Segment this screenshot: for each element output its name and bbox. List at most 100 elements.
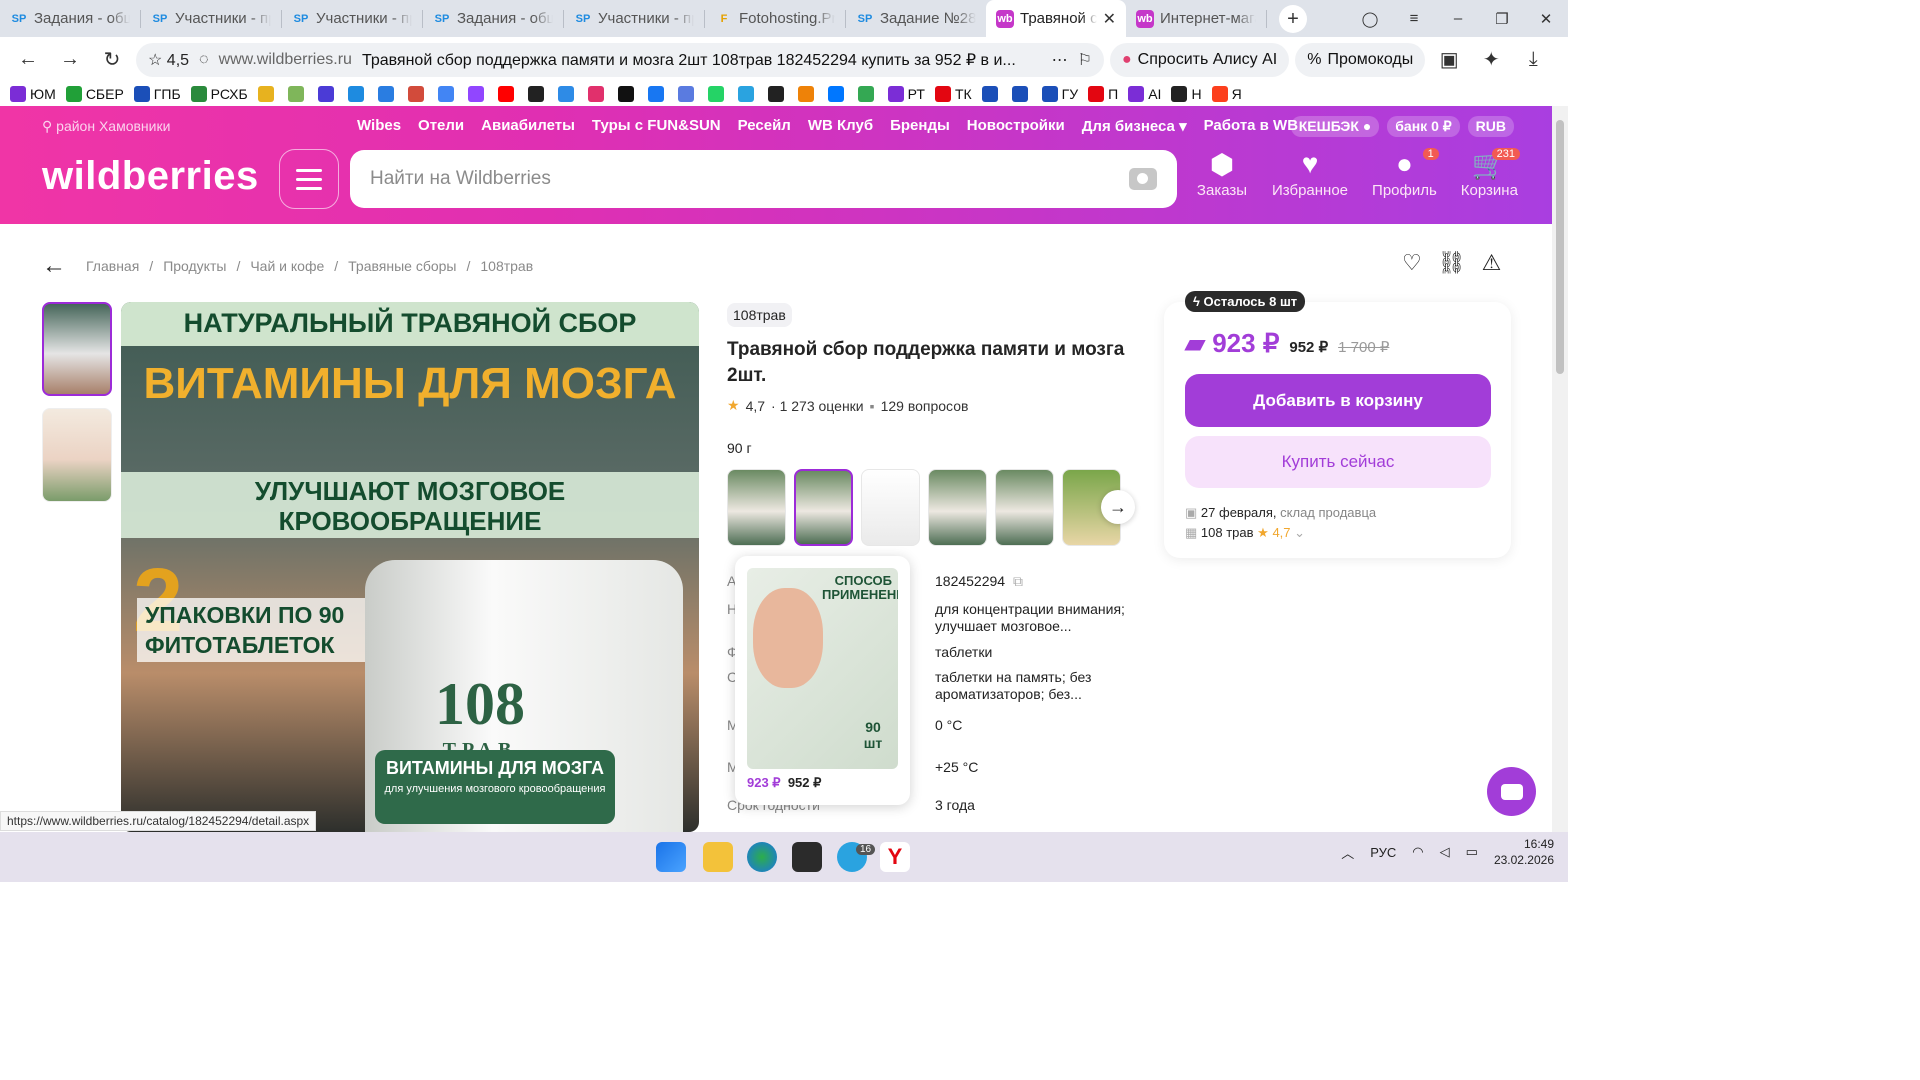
browser-tab[interactable]: wb Интернет-мага — [1126, 0, 1266, 37]
bank-button[interactable]: банк 0 ₽ — [1387, 116, 1460, 137]
bookmark-item[interactable]: AI — [1128, 86, 1161, 102]
browser-tab[interactable]: SP Задание №289 — [846, 0, 986, 37]
bookmark-item[interactable] — [587, 86, 608, 102]
gallery-thumb-1[interactable] — [42, 302, 112, 396]
copy-icon[interactable]: ⧉ — [1013, 573, 1023, 590]
bookmark-item[interactable]: ЮМ — [10, 86, 56, 102]
reviews-count[interactable]: · 1 273 оценки — [771, 398, 864, 414]
explorer-icon[interactable] — [703, 842, 733, 872]
new-tab-button[interactable]: + — [1279, 5, 1307, 33]
extension-icon[interactable]: ▣ — [1431, 42, 1467, 78]
seller-link[interactable]: ▦ 108 трав ★ 4,7 ⌄ — [1185, 523, 1376, 543]
reload-icon[interactable]: ↻ — [94, 42, 130, 78]
bookmark-item[interactable] — [467, 86, 488, 102]
top-nav-link[interactable]: Для бизнеса ▾ — [1082, 117, 1187, 135]
bookmark-item[interactable] — [347, 86, 368, 102]
browser-tab[interactable]: SP Участники - пр — [141, 0, 281, 37]
breadcrumb-link[interactable]: 108трав — [480, 258, 533, 274]
breadcrumb-link[interactable]: Травяные сборы — [348, 258, 456, 274]
omnibox[interactable]: ☆ 4,5 ◌ www.wildberries.ru Травяной сбор… — [136, 42, 1104, 77]
gallery-thumb-2[interactable] — [42, 408, 112, 502]
breadcrumb-link[interactable]: Продукты — [163, 258, 226, 274]
browser-tab[interactable]: SP Участники - пр — [282, 0, 422, 37]
bookmark-item[interactable] — [857, 86, 878, 102]
browser-tab[interactable]: SP Участники - пр — [564, 0, 704, 37]
app-h-icon[interactable] — [792, 842, 822, 872]
more-icon[interactable]: ⋯ — [1052, 50, 1068, 70]
top-nav-link[interactable]: Работа в WB — [1204, 117, 1298, 135]
variant-thumb[interactable] — [861, 469, 920, 546]
page-scrollbar[interactable] — [1552, 106, 1568, 832]
bookmark-item[interactable] — [257, 86, 278, 102]
questions-count[interactable]: 129 вопросов — [881, 398, 969, 414]
shield-icon[interactable]: ◌ — [199, 51, 209, 69]
bookmark-item[interactable] — [737, 86, 758, 102]
header-cart-button[interactable]: 🛒 Корзина 231 — [1461, 148, 1520, 199]
bookmark-item[interactable] — [557, 86, 578, 102]
maximize-button[interactable]: ❐ — [1480, 10, 1524, 28]
location-link[interactable]: ⚲ район Хамовники — [42, 118, 170, 135]
promo-button[interactable]: % Промокоды — [1295, 42, 1426, 77]
top-nav-link[interactable]: Туры с FUN&SUN — [592, 117, 721, 135]
bookmark-item[interactable]: Я — [1211, 86, 1242, 102]
variant-thumb[interactable] — [794, 469, 853, 546]
breadcrumb-link[interactable]: Главная — [86, 258, 139, 274]
header-orders-button[interactable]: ⬢ Заказы — [1196, 148, 1248, 199]
bookmark-item[interactable] — [527, 86, 548, 102]
chat-button[interactable] — [1487, 767, 1536, 816]
variant-thumb[interactable] — [928, 469, 987, 546]
wifi-icon[interactable]: ◠ — [1412, 844, 1423, 860]
variant-thumb[interactable] — [995, 469, 1054, 546]
download-icon[interactable]: ⤓ — [1515, 42, 1551, 78]
browser-tab[interactable]: SP Задания - общ — [0, 0, 140, 37]
bookmark-item[interactable]: РСХБ — [190, 86, 248, 102]
browser-tab[interactable]: wb Травяной сб ✕ — [986, 0, 1126, 37]
header-profile-button[interactable]: ● Профиль 1 — [1372, 148, 1439, 199]
bookmark-item[interactable] — [497, 86, 518, 102]
bookmark-item[interactable]: ГПБ — [133, 86, 181, 102]
bookmark-item[interactable] — [707, 86, 728, 102]
bookmark-item[interactable] — [377, 86, 398, 102]
bookmark-item[interactable] — [1011, 86, 1032, 102]
variant-thumb[interactable] — [727, 469, 786, 546]
browser-tab[interactable]: SP Задания - общ — [423, 0, 563, 37]
header-favorites-button[interactable]: ♥ Избранное — [1272, 148, 1348, 199]
bookmark-item[interactable] — [677, 86, 698, 102]
favorite-icon[interactable]: ♡ — [1402, 250, 1422, 276]
bookmark-item[interactable] — [767, 86, 788, 102]
bookmark-item[interactable]: РТ — [887, 86, 925, 102]
bookmark-item[interactable] — [797, 86, 818, 102]
bookmark-item[interactable] — [981, 86, 1002, 102]
volume-icon[interactable]: ◁ — [1440, 844, 1450, 860]
clock[interactable]: 16:49 23.02.2026 — [1494, 836, 1554, 868]
report-icon[interactable]: ⚠ — [1482, 250, 1502, 276]
back-icon[interactable]: ← — [10, 42, 46, 78]
top-nav-link[interactable]: Wibes — [357, 117, 401, 135]
bookmark-item[interactable] — [437, 86, 458, 102]
yandex-icon[interactable]: Y — [880, 842, 910, 872]
close-window-button[interactable]: ✕ — [1524, 10, 1568, 28]
bookmark-item[interactable]: Н — [1171, 86, 1202, 102]
bookmark-item[interactable] — [287, 86, 308, 102]
menu-icon[interactable]: ≡ — [1392, 10, 1436, 27]
breadcrumb-link[interactable]: Чай и кофе — [250, 258, 324, 274]
browser-tab[interactable]: F Fotohosting.Pro — [705, 0, 845, 37]
top-nav-link[interactable]: Бренды — [890, 117, 950, 135]
bookmark-item[interactable]: П — [1088, 86, 1118, 102]
puzzle-icon[interactable]: ✦ — [1473, 42, 1509, 78]
bookmark-item[interactable] — [827, 86, 848, 102]
browser-app-icon[interactable] — [747, 842, 777, 872]
bookmark-item[interactable] — [617, 86, 638, 102]
star-rating-icon[interactable]: ☆ 4,5 — [148, 50, 189, 70]
buy-now-button[interactable]: Купить сейчас — [1185, 436, 1491, 488]
bookmark-item[interactable] — [407, 86, 428, 102]
start-icon[interactable] — [656, 842, 686, 872]
language-indicator[interactable]: РУС — [1370, 845, 1396, 860]
top-nav-link[interactable]: Новостройки — [967, 117, 1065, 135]
bookmark-item[interactable]: ГУ — [1041, 86, 1078, 102]
variants-next-arrow-icon[interactable]: → — [1101, 490, 1135, 524]
brand-tag[interactable]: 108трав — [727, 303, 792, 327]
bookmark-item[interactable] — [317, 86, 338, 102]
share-link-icon[interactable]: ⛓ — [1438, 250, 1466, 276]
battery-icon[interactable]: ▭ — [1466, 844, 1478, 860]
